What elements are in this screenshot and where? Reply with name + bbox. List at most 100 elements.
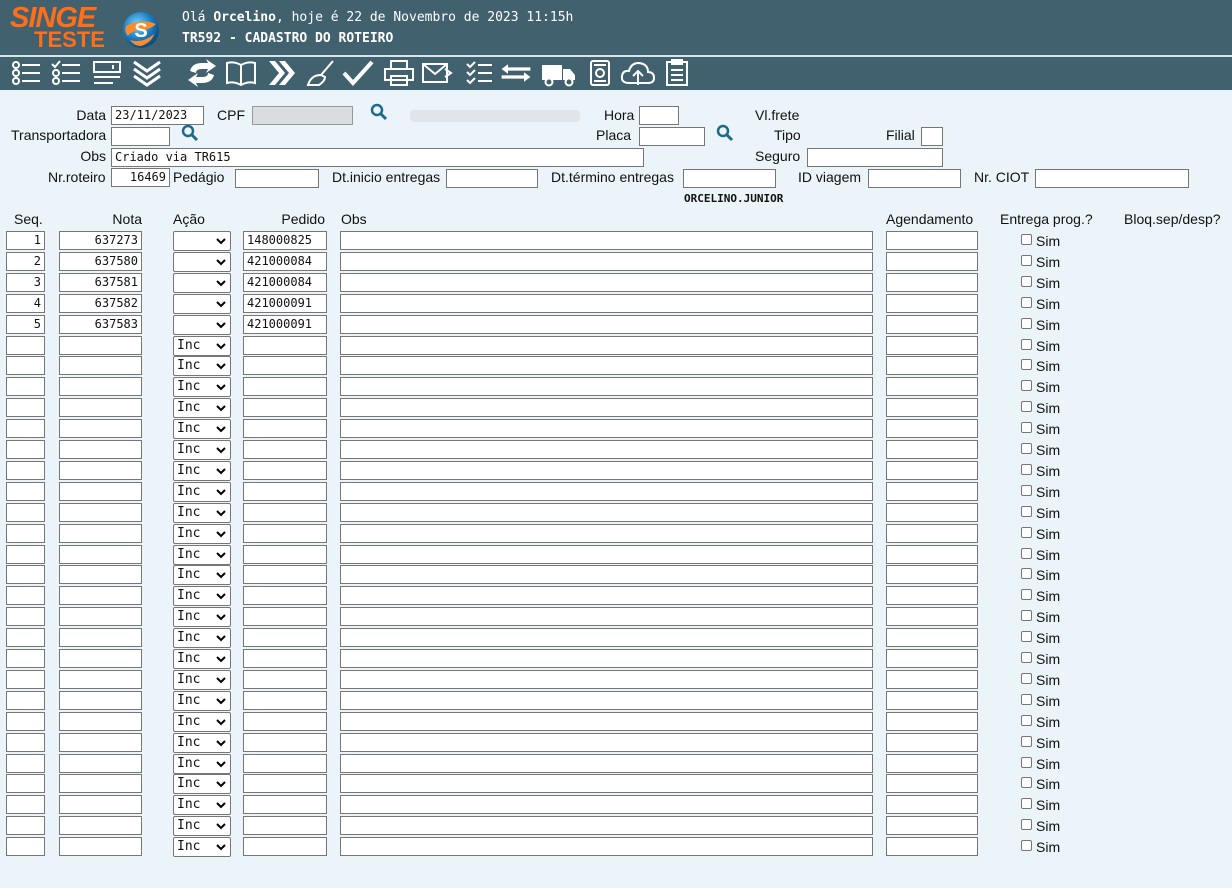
- entrega-prog-checkbox[interactable]: [1021, 380, 1032, 391]
- acao-select[interactable]: Inc: [173, 545, 231, 565]
- seq-field[interactable]: [6, 419, 45, 438]
- pedido-field[interactable]: [243, 398, 327, 417]
- seq-field[interactable]: [6, 754, 45, 773]
- nota-field[interactable]: [59, 712, 142, 731]
- obs-field[interactable]: [340, 670, 873, 689]
- nota-field[interactable]: [59, 377, 142, 396]
- pedido-field[interactable]: [243, 586, 327, 605]
- obs-field[interactable]: [340, 356, 873, 375]
- nota-field[interactable]: [59, 440, 142, 459]
- pedido-field[interactable]: 421000091: [243, 315, 327, 334]
- agendamento-field[interactable]: [886, 795, 978, 814]
- acao-select[interactable]: Inc: [173, 398, 231, 418]
- entrega-prog-checkbox[interactable]: [1021, 840, 1032, 851]
- seq-field[interactable]: [6, 356, 45, 375]
- pedido-field[interactable]: [243, 691, 327, 710]
- broom-icon[interactable]: [305, 59, 337, 87]
- nota-field[interactable]: [59, 754, 142, 773]
- nota-field[interactable]: [59, 733, 142, 752]
- pedido-field[interactable]: 421000091: [243, 294, 327, 313]
- agendamento-field[interactable]: [886, 565, 978, 584]
- pedido-field[interactable]: [243, 628, 327, 647]
- entrega-prog-checkbox[interactable]: [1021, 443, 1032, 454]
- pedagio-field[interactable]: [235, 169, 319, 188]
- nota-field[interactable]: [59, 816, 142, 835]
- seq-field[interactable]: [6, 503, 45, 522]
- acao-select[interactable]: Inc: [173, 712, 231, 732]
- nota-field[interactable]: [59, 795, 142, 814]
- seq-field[interactable]: [6, 733, 45, 752]
- nota-field[interactable]: [59, 628, 142, 647]
- nota-field[interactable]: [59, 524, 142, 543]
- pedido-field[interactable]: [243, 440, 327, 459]
- seq-field[interactable]: [6, 712, 45, 731]
- nota-field[interactable]: 637583: [59, 315, 142, 334]
- nota-field[interactable]: [59, 398, 142, 417]
- nota-field[interactable]: 637273: [59, 231, 142, 250]
- acao-select[interactable]: Inc: [173, 607, 231, 627]
- agendamento-field[interactable]: [886, 273, 978, 292]
- pedido-field[interactable]: 421000084: [243, 252, 327, 271]
- obs-field[interactable]: [340, 816, 873, 835]
- acao-select[interactable]: Inc: [173, 691, 231, 711]
- pedido-field[interactable]: [243, 336, 327, 355]
- agendamento-field[interactable]: [886, 607, 978, 626]
- obs-field[interactable]: [340, 628, 873, 647]
- agendamento-field[interactable]: [886, 524, 978, 543]
- obs-field[interactable]: [340, 377, 873, 396]
- agendamento-field[interactable]: [886, 670, 978, 689]
- seq-field[interactable]: [6, 774, 45, 793]
- agendamento-field[interactable]: [886, 712, 978, 731]
- acao-select[interactable]: [173, 294, 231, 314]
- pedido-field[interactable]: [243, 754, 327, 773]
- nota-field[interactable]: [59, 482, 142, 501]
- acao-select[interactable]: Inc: [173, 440, 231, 460]
- agendamento-field[interactable]: [886, 419, 978, 438]
- pedido-field[interactable]: [243, 733, 327, 752]
- book-icon[interactable]: [225, 59, 257, 87]
- entrega-prog-checkbox[interactable]: [1021, 506, 1032, 517]
- check-icon[interactable]: [342, 59, 374, 87]
- entrega-prog-checkbox[interactable]: [1021, 694, 1032, 705]
- nota-field[interactable]: [59, 461, 142, 480]
- obs-field[interactable]: [340, 273, 873, 292]
- entrega-prog-checkbox[interactable]: [1021, 798, 1032, 809]
- seq-field[interactable]: [6, 607, 45, 626]
- acao-select[interactable]: [173, 273, 231, 293]
- nota-field[interactable]: 637581: [59, 273, 142, 292]
- seq-field[interactable]: [6, 565, 45, 584]
- seq-field[interactable]: [6, 377, 45, 396]
- pedido-field[interactable]: [243, 607, 327, 626]
- acao-select[interactable]: [173, 231, 231, 251]
- print-icon[interactable]: [383, 59, 415, 87]
- obs-field[interactable]: [340, 795, 873, 814]
- acao-select[interactable]: Inc: [173, 754, 231, 774]
- pedido-field[interactable]: [243, 795, 327, 814]
- obs-field[interactable]: [340, 252, 873, 271]
- entrega-prog-checkbox[interactable]: [1021, 359, 1032, 370]
- entrega-prog-checkbox[interactable]: [1021, 610, 1032, 621]
- list-icon[interactable]: [10, 59, 42, 87]
- seq-field[interactable]: 1: [6, 231, 45, 250]
- agendamento-field[interactable]: [886, 482, 978, 501]
- obs-field[interactable]: [340, 398, 873, 417]
- search-icon[interactable]: [370, 103, 388, 121]
- seq-field[interactable]: 3: [6, 273, 45, 292]
- pedido-field[interactable]: [243, 461, 327, 480]
- nota-field[interactable]: [59, 356, 142, 375]
- seq-field[interactable]: 5: [6, 315, 45, 334]
- nota-field[interactable]: 637582: [59, 294, 142, 313]
- seq-field[interactable]: [6, 482, 45, 501]
- truck-icon[interactable]: [541, 59, 577, 87]
- acao-select[interactable]: [173, 315, 231, 335]
- entrega-prog-checkbox[interactable]: [1021, 652, 1032, 663]
- acao-select[interactable]: Inc: [173, 356, 231, 376]
- obs-field[interactable]: [340, 712, 873, 731]
- agendamento-field[interactable]: [886, 398, 978, 417]
- nota-field[interactable]: [59, 670, 142, 689]
- agendamento-field[interactable]: [886, 377, 978, 396]
- nr-roteiro-field[interactable]: 16469: [111, 168, 170, 187]
- pedido-field[interactable]: [243, 565, 327, 584]
- pedido-field[interactable]: [243, 816, 327, 835]
- agendamento-field[interactable]: [886, 649, 978, 668]
